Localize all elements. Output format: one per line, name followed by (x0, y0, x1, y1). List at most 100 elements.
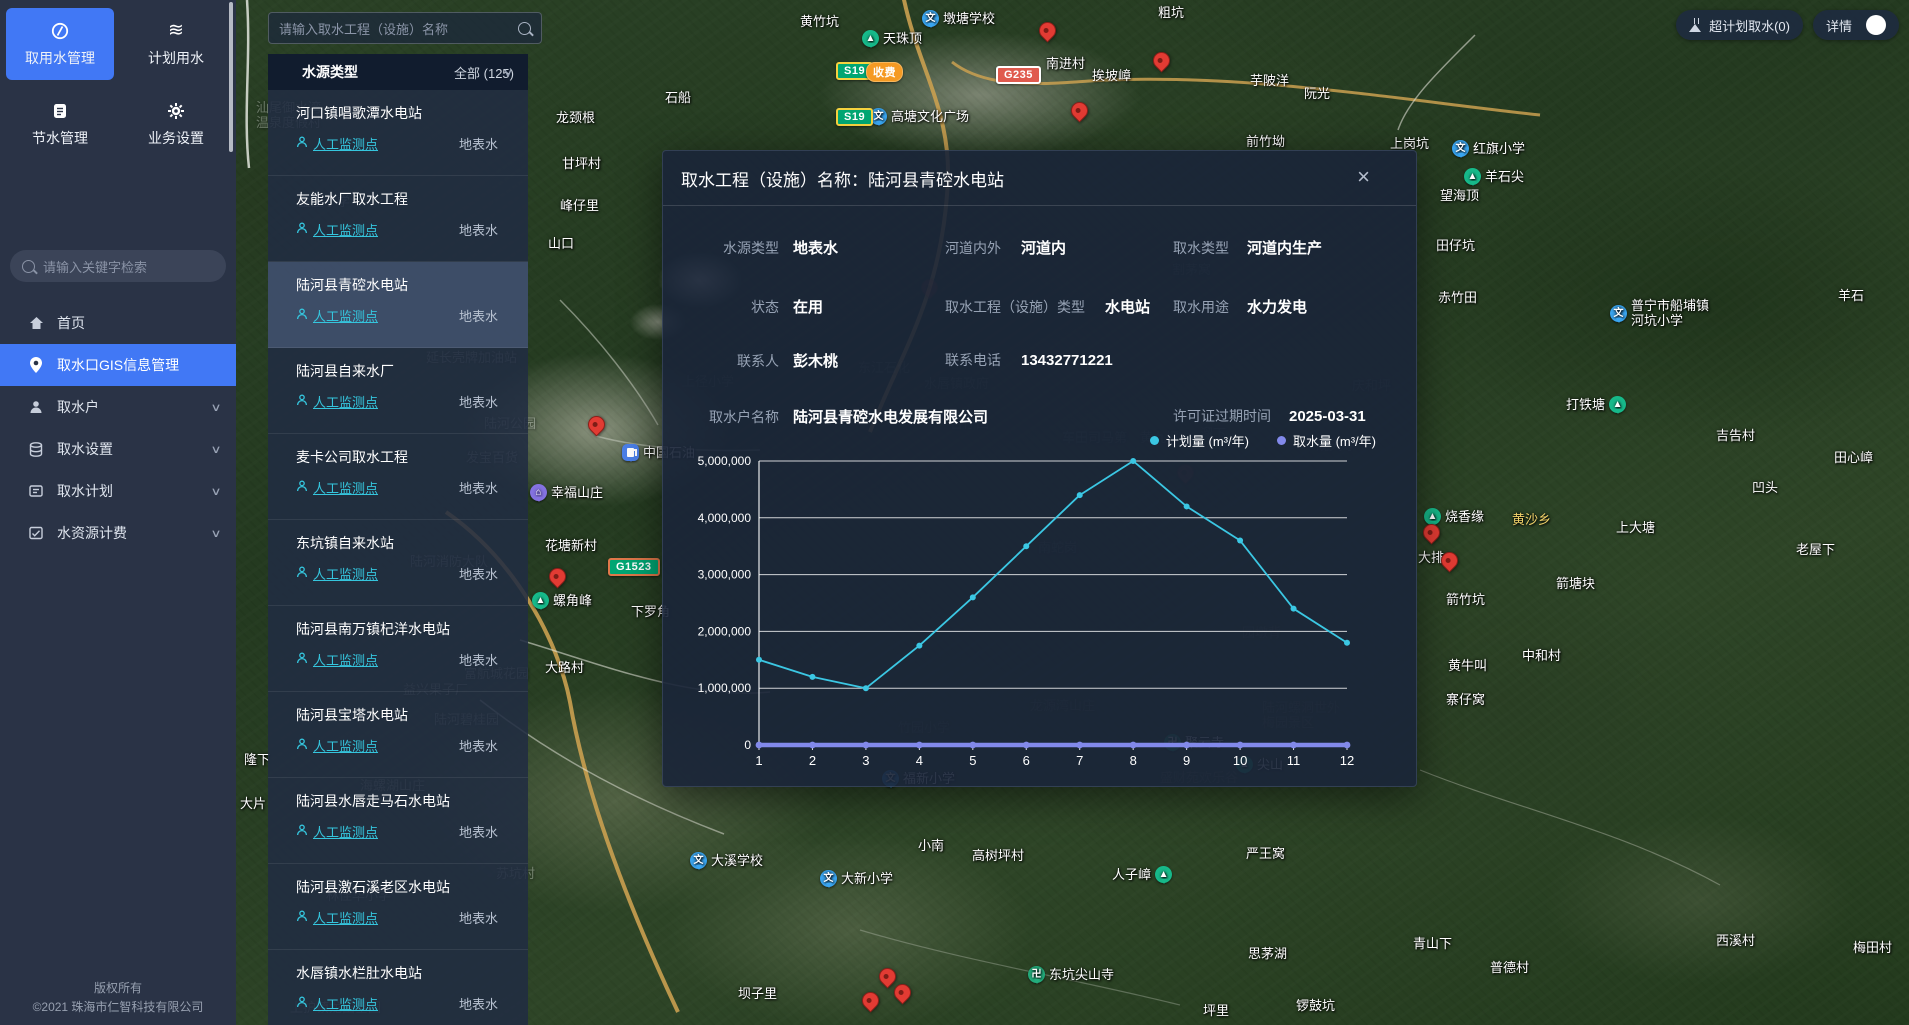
manual-monitor-link[interactable]: 人工监测点 (296, 478, 378, 497)
module-label: 节水管理 (32, 128, 88, 148)
mount-poi-icon: ▲ (1464, 168, 1481, 185)
map-label: 大路村 (545, 660, 584, 675)
legend-item[interactable]: 计划量 (m³/年) (1150, 431, 1249, 450)
facility-list-item[interactable]: 水唇镇水栏肚水电站人工监测点地表水 (268, 950, 528, 1025)
person-icon (296, 308, 308, 323)
manual-monitor-link[interactable]: 人工监测点 (296, 650, 378, 669)
sidebar-item-0[interactable]: 首页 (0, 302, 236, 344)
map-label: 黄竹坑 (800, 14, 839, 29)
map-label-text: 幸福山庄 (551, 485, 603, 500)
facility-list-item[interactable]: 陆河县青硿水电站人工监测点地表水 (268, 262, 528, 348)
sidebar-item-1[interactable]: 取水口GIS信息管理 (0, 344, 236, 386)
road-badge: S19 (836, 108, 873, 126)
field-label: 许可证过期时间 (1173, 406, 1271, 426)
map-label: ▲烧香缘 (1424, 508, 1484, 525)
field-label: 取水工程（设施）类型 (945, 297, 1085, 317)
svg-text:2,000,000: 2,000,000 (698, 624, 752, 638)
manual-monitor-link[interactable]: 人工监测点 (296, 392, 378, 411)
map-label: 寨仔窝 (1446, 692, 1485, 707)
map-label-text: 烧香缘 (1445, 509, 1484, 524)
map-label: 打铁塘▲ (1566, 396, 1626, 413)
sidebar-item-4[interactable]: 取水计划∨ (0, 470, 236, 512)
facility-list-item[interactable]: 河口镇唱歌潭水电站人工监测点地表水 (268, 90, 528, 176)
facility-list-item[interactable]: 东坑镇自来水站人工监测点 地表水 (268, 520, 528, 606)
sidebar-item-label: 水资源计费 (57, 523, 127, 543)
gear-icon (166, 101, 186, 121)
map-label: 上岗坑 (1390, 136, 1429, 151)
manual-monitor-link[interactable]: 人工监测点 (296, 822, 378, 841)
manual-monitor-link[interactable]: 人工监测点 (296, 994, 378, 1013)
facility-list-item[interactable]: 陆河县激石溪老区水电站人工监测点地表水 (268, 864, 528, 950)
sidebar-item-2[interactable]: 取水户∨ (0, 386, 236, 428)
map-label: 小南 (918, 838, 944, 853)
module-business-settings[interactable]: 业务设置 (122, 88, 230, 160)
facility-list-item[interactable]: 陆河县自来水厂人工监测点地表水 (268, 348, 528, 434)
detail-toggle[interactable]: 详情 (1813, 10, 1899, 40)
toggle-knob[interactable] (1866, 15, 1886, 35)
close-icon[interactable]: × (1357, 166, 1370, 188)
facility-name: 东坑镇自来水站 (296, 533, 514, 553)
person-icon (296, 480, 308, 495)
facility-name: 陆河县宝塔水电站 (296, 705, 514, 725)
keyword-search-input[interactable]: 请输入关键字检索 (10, 250, 226, 282)
field-value: 彭木桃 (793, 350, 838, 371)
mount-poi-icon: ▲ (1155, 866, 1172, 883)
map-label: 锣鼓坑 (1296, 998, 1335, 1013)
manual-monitor-link[interactable]: 人工监测点 (296, 134, 378, 153)
map-label: 老屋下 (1796, 542, 1835, 557)
map-label: 赤竹田 (1438, 290, 1477, 305)
temple-poi-icon: 卍 (1028, 966, 1045, 983)
facility-list-item[interactable]: 陆河县宝塔水电站人工监测点 地表水 (268, 692, 528, 778)
map-label: 南进村 (1046, 56, 1085, 71)
water-type-label: 地表水 (459, 650, 514, 669)
water-type-label: 地表水 (459, 134, 514, 153)
facility-list-item[interactable]: 陆河县南万镇杞洋水电站人工监测点 地表水 (268, 606, 528, 692)
manual-monitor-link[interactable]: 人工监测点 (296, 220, 378, 239)
svg-text:6: 6 (1023, 753, 1030, 768)
facility-list-item[interactable]: 友能水厂取水工程人工监测点地表水 (268, 176, 528, 262)
water-type-label: 地表水 (459, 564, 514, 583)
facility-list-item[interactable]: 陆河县水唇走马石水电站人工监测点地表水 (268, 778, 528, 864)
map-label: 隆下 (244, 752, 270, 767)
svg-text:10: 10 (1233, 753, 1247, 768)
water-type-label: 地表水 (459, 736, 514, 755)
manual-monitor-link[interactable]: 人工监测点 (296, 564, 378, 583)
monitor-label: 人工监测点 (313, 220, 378, 239)
person-icon (296, 222, 308, 237)
dialog-title: 取水工程（设施）名称：陆河县青硿水电站 (663, 151, 1416, 206)
sidebar-item-5[interactable]: 水资源计费 ∨ (0, 512, 236, 554)
map-label: 箭竹坑 (1446, 592, 1485, 607)
manual-monitor-link[interactable]: 人工监测点 (296, 306, 378, 325)
filter-dropdown[interactable]: 全部 (125) ∨ (454, 63, 514, 82)
detail-label: 详情 (1826, 16, 1852, 35)
map-label: 峰仔里 (560, 198, 599, 213)
scrollbar-thumb[interactable] (229, 2, 233, 152)
facility-name: 陆河县青硿水电站 (296, 275, 514, 295)
over-plan-intake-button[interactable]: 超计划取水(0) (1676, 10, 1803, 40)
svg-text:3,000,000: 3,000,000 (698, 568, 752, 582)
sidebar-item-3[interactable]: 取水设置∨ (0, 428, 236, 470)
map-label: 坪里 (1203, 1003, 1229, 1018)
map-label: 卍东坑尖山寺 (1028, 966, 1114, 983)
gas-station-icon (622, 444, 639, 461)
legend-item[interactable]: 取水量 (m³/年) (1277, 431, 1376, 450)
manual-monitor-link[interactable]: 人工监测点 (296, 908, 378, 927)
manual-monitor-link[interactable]: 人工监测点 (296, 736, 378, 755)
location-pin-icon (28, 357, 44, 373)
facility-search-input[interactable]: 请输入取水工程（设施）名称 (268, 12, 542, 44)
facility-list-item[interactable]: 麦卡公司取水工程人工监测点地表水 (268, 434, 528, 520)
field-value: 水力发电 (1247, 296, 1307, 317)
module-planned-water[interactable]: ≋ 计划用水 (122, 8, 230, 80)
facility-name: 陆河县水唇走马石水电站 (296, 791, 514, 811)
module-water-use-management[interactable]: 取用水管理 (6, 8, 114, 80)
module-water-saving[interactable]: 节水管理 (6, 88, 114, 160)
resort-poi-icon: ⌂ (530, 484, 547, 501)
map-label: 思茅湖 (1248, 946, 1287, 961)
map-label: 阮光 (1304, 86, 1330, 101)
chevron-down-icon: ∨ (210, 527, 221, 540)
facility-name: 陆河县南万镇杞洋水电站 (296, 619, 514, 639)
road-badge: 收费 (866, 62, 903, 82)
facility-name: 麦卡公司取水工程 (296, 447, 514, 467)
map-label-text: 红旗小学 (1473, 141, 1525, 156)
person-icon (296, 394, 308, 409)
